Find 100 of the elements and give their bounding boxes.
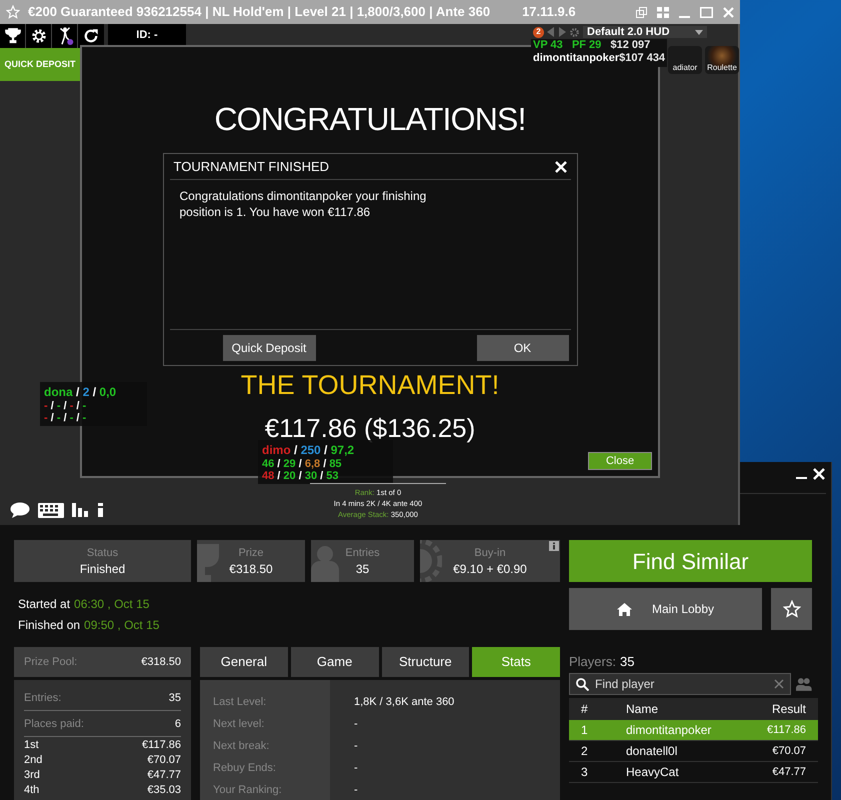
search-field[interactable]: Find player [595, 675, 768, 693]
hud-stat-line: VP 43 PF 29 $12 097 [533, 39, 652, 52]
toolbar-button[interactable] [0, 24, 26, 48]
toolbar-button[interactable] [52, 24, 78, 48]
summary-value: 35 [168, 690, 181, 706]
refresh-icon [82, 27, 100, 45]
close-icon[interactable] [813, 468, 825, 480]
table-cell-text: €117.86 [767, 722, 806, 738]
time-value: 09:50 , Oct 15 [84, 617, 160, 633]
chat-icon[interactable] [10, 502, 30, 518]
left-arrow-icon[interactable] [547, 27, 555, 37]
payout-place: 2nd [24, 753, 42, 768]
right-arrow-icon[interactable] [558, 27, 566, 37]
hud-stat-line: dimo / 250 / 97,2 [262, 442, 356, 458]
column-header: Name [626, 701, 660, 718]
game-label: Roulette [707, 64, 737, 72]
main-lobby-button[interactable]: Main Lobby [569, 588, 762, 630]
column-header: # [581, 701, 589, 718]
info-card-label: Entries [345, 546, 380, 560]
info-card-label: Buy-in [474, 546, 506, 560]
prize-pool-label: Prize Pool: [24, 654, 78, 670]
chip-icon [420, 540, 442, 582]
summary-value: 6 [174, 716, 181, 732]
star-icon [782, 600, 800, 618]
tab[interactable]: Game [290, 647, 378, 677]
hud-stat-line: - / - / - / - [44, 412, 88, 424]
favorite-button[interactable] [771, 588, 812, 630]
payout-place: 3rd [24, 768, 40, 783]
stat-label: Your Ranking: [213, 783, 283, 798]
stat-label: Next break: [213, 739, 270, 754]
dialog-message: Congratulations dimontitanpoker your finishing position is 1. You have won €117.86 [180, 188, 428, 220]
game-thumbnail[interactable]: Roulette [705, 46, 739, 74]
payout-amount: €117.86 [142, 738, 181, 753]
game-label: adiator [672, 64, 698, 72]
home-icon [616, 602, 632, 616]
hud-stat-line: 46 / 29 / 6,8 / 85 [262, 458, 343, 470]
payout-place: 4th [24, 783, 40, 798]
winnings-amount: €117.86 ($136.25) [264, 412, 476, 444]
hud-stat-line: dona / 2 / 0,0 [44, 384, 118, 400]
summary-label: Entries: [24, 690, 62, 706]
stat-value: - [354, 761, 359, 776]
table-cell-text: donatell0l [626, 743, 678, 760]
table-cell-text: €47.77 [772, 764, 806, 780]
payout-amount: €35.03 [147, 783, 181, 798]
info-card-value: €9.10 + €0.90 [453, 560, 527, 576]
stat-label: Last Level: [213, 695, 268, 710]
info-card-label: Prize [238, 546, 264, 560]
summary-label: Places paid: [24, 716, 84, 732]
keyboard-icon[interactable] [38, 502, 64, 518]
payout-place: 1st [24, 738, 39, 753]
hud-stat-line: 48 / 20 / 30 / 53 [262, 470, 340, 482]
players-label: Players: [569, 654, 616, 670]
version-label: 17.11.9.6 [522, 3, 576, 22]
clear-icon[interactable] [774, 679, 784, 689]
hud-profile-dropdown[interactable]: Default 2.0 HUD [583, 26, 707, 38]
bar-chart-icon[interactable] [72, 503, 90, 517]
stat-value: 1,8K / 3,6K ante 360 [354, 695, 454, 710]
table-cell-text: HeavyCat [626, 764, 680, 781]
tab[interactable]: General [200, 647, 288, 677]
game-thumbnail[interactable]: adiator [668, 46, 702, 74]
table-cell-text: 1 [581, 722, 589, 739]
star-icon[interactable] [6, 5, 20, 19]
time-label: Started at [18, 596, 70, 612]
hud-stat-line: dimontitanpoker$107 434 [533, 52, 666, 65]
stat-label: Rebuy Ends: [213, 761, 277, 776]
settings-icon [30, 27, 48, 45]
tab[interactable]: Structure [382, 647, 470, 677]
close-icon[interactable] [554, 160, 566, 172]
time-value: 06:30 , Oct 15 [74, 596, 150, 612]
search-box[interactable]: Find player [569, 673, 792, 695]
settings-icon[interactable] [569, 26, 580, 38]
info-card-value: €318.50 [229, 560, 273, 576]
table-cell-text: 3 [581, 764, 589, 781]
search-icon [576, 678, 589, 690]
info-card-label: Status [86, 546, 118, 560]
tournament-heading: THE TOURNAMENT! [240, 369, 500, 402]
hud-stat-line: - / - / - / - [44, 400, 88, 412]
time-label: Finished on [18, 617, 80, 633]
payout-amount: €70.07 [147, 753, 181, 768]
prize-pool-value: €318.50 [141, 654, 181, 670]
payout-amount: €47.77 [147, 768, 181, 783]
stat-value: - [354, 783, 359, 798]
window-title: €200 Guaranteed 936212554 | NL Hold'em | Level 21 | 1,800/3,600 | Ante 360 [28, 3, 490, 22]
toolbar-button[interactable] [26, 24, 52, 48]
quick-deposit-button[interactable]: Quick Deposit [222, 334, 316, 360]
notification-badge: 2 [533, 26, 544, 38]
stat-value: - [354, 739, 359, 754]
caret-icon [695, 30, 703, 34]
info-card-value: Finished [80, 560, 126, 576]
stat-label: Next level: [213, 717, 266, 732]
ok-button[interactable]: OK [476, 334, 568, 360]
table-cell-text: dimontitanpoker [626, 722, 712, 739]
people-icon[interactable] [796, 677, 812, 691]
dialog-title: TOURNAMENT FINISHED [174, 158, 330, 176]
congratulations-heading: CONGRATULATIONS! [214, 100, 526, 139]
info-icon[interactable] [98, 503, 103, 517]
info-card-value: 35 [356, 560, 370, 576]
players-count: 35 [620, 654, 634, 670]
table-cell-text: €70.07 [772, 744, 806, 759]
stat-value: - [354, 717, 359, 732]
